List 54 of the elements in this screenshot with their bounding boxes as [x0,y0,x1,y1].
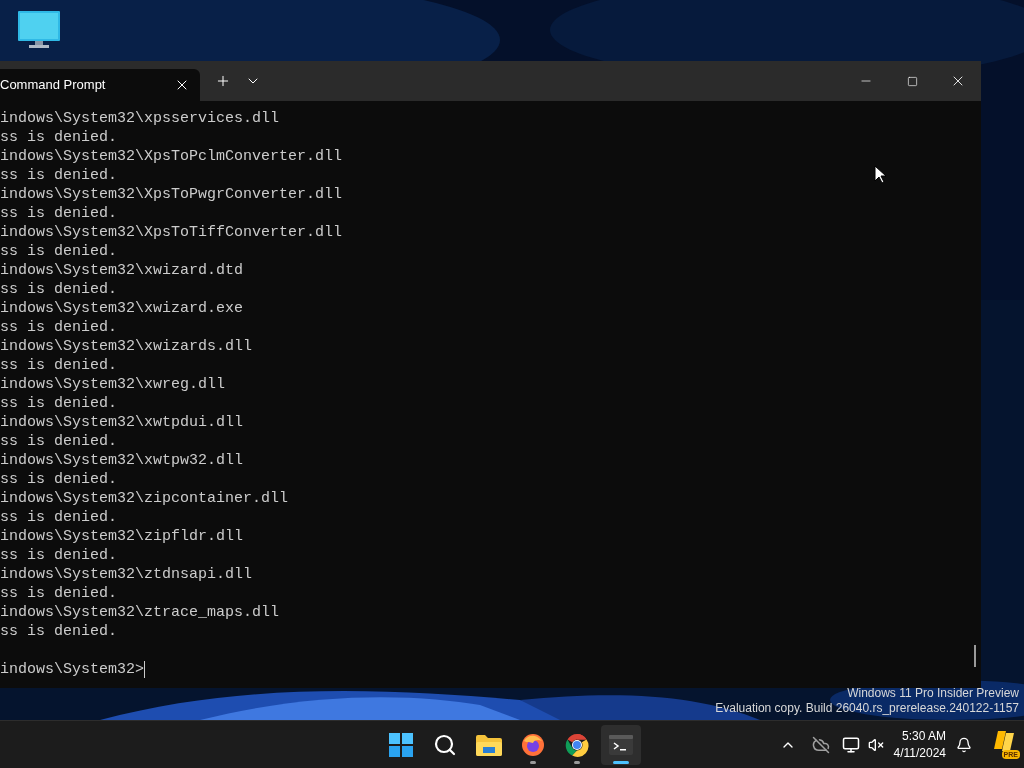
folder-icon [476,734,502,756]
add-tab-icon[interactable] [215,73,231,89]
clock-date[interactable]: 4/11/2024 [893,745,946,762]
terminal-line: ss is denied. [0,432,118,451]
terminal-line: indows\System32\xpsservices.dll [0,109,280,128]
terminal-line: indows\System32\XpsToPwgrConverter.dll [0,185,343,204]
terminal-line: indows\System32\XpsToTiffConverter.dll [0,223,343,242]
mouse-pointer-icon [874,165,886,184]
terminal-line: indows\System32\xwtpdui.dll [0,413,244,432]
clock-time[interactable]: 5:30 AM [901,728,946,745]
terminal-line: ss is denied. [0,356,118,375]
watermark-text: Evaluation copy. Build 26040.rs_prerelease.240122-1157 [715,701,1019,716]
running-indicator [574,761,580,764]
watermark-text: Windows 11 Pro Insider Preview [847,686,1019,701]
terminal-line: ss is denied. [0,318,118,337]
running-indicator [613,761,629,764]
terminal-line: ss is denied. [0,622,118,641]
terminal-line: ss is denied. [0,394,118,413]
terminal-line: ss is denied. [0,242,118,261]
terminal-line: ss is denied. [0,280,118,299]
terminal-line: ss is denied. [0,546,118,565]
terminal-icon [609,735,633,755]
terminal-line: ss is denied. [0,204,118,223]
terminal-line: indows\System32\ztrace_maps.dll [0,603,280,622]
volume-muted-icon[interactable] [867,737,884,753]
taskbar-button[interactable] [601,725,641,765]
terminal-line: indows\System32\zipcontainer.dll [0,489,289,508]
terminal-line: indows\System32\xwtpw32.dll [0,451,244,470]
windows-logo-icon [389,733,413,757]
search-icon [433,733,457,757]
terminal-prompt: indows\System32> [0,660,145,679]
cloud-off-icon[interactable] [811,736,830,754]
bell-icon[interactable] [956,737,972,753]
terminal-line: ss is denied. [0,470,118,489]
maximize-icon[interactable] [906,75,918,87]
terminal-line: indows\System32\xwizards.dll [0,337,253,356]
running-indicator [530,761,536,764]
colorful-app-icon[interactable] [992,731,1016,753]
terminal-line: ss is denied. [0,166,118,185]
terminal-line: indows\System32\ztdnsapi.dll [0,565,253,584]
scrollbar-thumb[interactable] [974,645,976,667]
terminal-line: ss is denied. [0,128,118,147]
terminal-line: indows\System32\xwizard.dtd [0,261,244,280]
window-tab[interactable]: Command Prompt [0,69,200,101]
terminal-line: ss is denied. [0,508,118,527]
terminal-line: indows\System32\XpsToPclmConverter.dll [0,147,343,166]
terminal-line: ss is denied. [0,584,118,603]
fox-globe-icon [521,733,545,757]
chrome-icon [565,733,589,757]
terminal-line: indows\System32\xwreg.dll [0,375,226,394]
terminal-line: indows\System32\xwizard.exe [0,299,244,318]
computer-icon[interactable] [18,11,60,49]
text-cursor [144,661,146,678]
terminal-line: indows\System32\zipfldr.dll [0,527,244,546]
